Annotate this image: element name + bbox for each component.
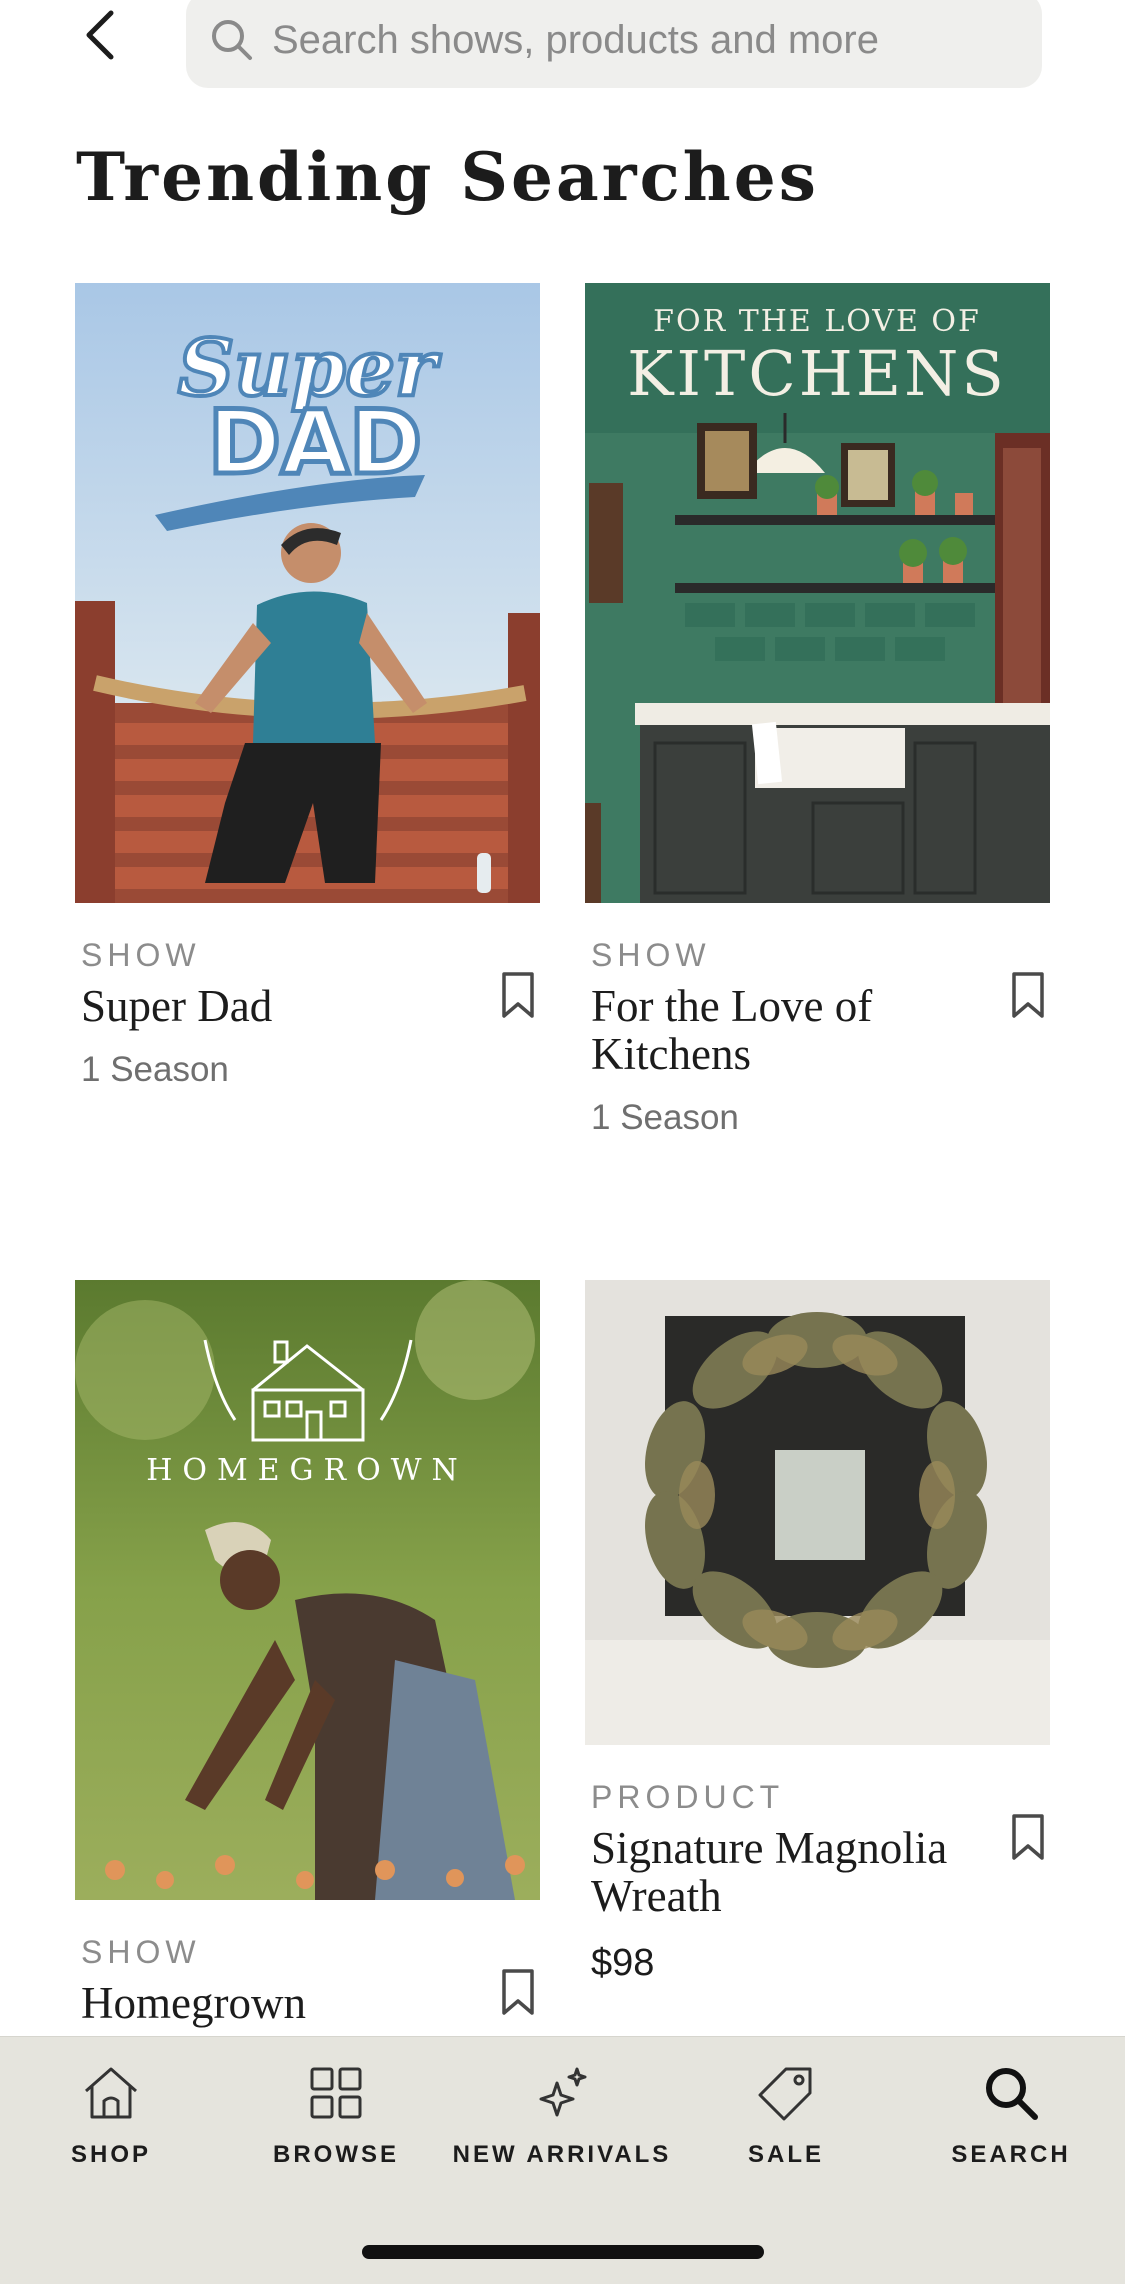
grid-icon [310,2067,362,2119]
nav-label: SEARCH [951,2141,1071,2168]
search-bar[interactable] [186,0,1042,88]
result-season-count: 1 Season [591,1098,739,1137]
result-season-count: 1 Season [81,1050,229,1089]
page-title: Trending Searches [76,138,819,216]
bookmark-button[interactable] [1006,967,1050,1023]
bookmark-icon [1012,972,1044,1018]
result-card-magnolia-wreath[interactable]: PRODUCT Signature Magnolia Wreath $98 [585,1280,1050,1985]
show-poster-super-dad[interactable]: Super DAD [75,283,540,903]
nav-label: SHOP [70,2141,151,2168]
bookmark-icon [502,972,534,1018]
sparkle-icon [539,2067,587,2117]
product-price: $98 [591,1942,655,1984]
result-card-super-dad[interactable]: Super DAD SHOW Super Dad 1 Season [75,283,540,1090]
show-poster-homegrown[interactable]: HOMEGROWN [75,1280,540,1900]
result-card-kitchens[interactable]: FOR THE LOVE OF KITCHENS SHOW For the Lo… [585,283,1050,1138]
result-title[interactable]: For the Love of Kitchens [591,982,971,1078]
home-indicator [362,2245,764,2259]
show-poster-kitchens[interactable]: FOR THE LOVE OF KITCHENS [585,283,1050,903]
search-icon [212,20,252,60]
bookmark-icon [1012,1814,1044,1860]
bookmark-button[interactable] [496,967,540,1023]
poster-logo-line1: FOR THE LOVE OF [653,304,981,339]
result-title[interactable]: Super Dad [81,982,461,1030]
nav-label: NEW ARRIVALS [452,2141,672,2168]
chevron-left-icon [86,10,114,60]
back-button[interactable] [70,0,130,70]
poster-logo: HOMEGROWN [146,1453,468,1488]
result-card-homegrown[interactable]: HOMEGROWN SHOW Homegrown [75,1280,540,2027]
bookmark-icon [502,1969,534,2015]
result-kind-label: SHOW [81,1934,201,1970]
nav-label: BROWSE [273,2141,399,2168]
search-input[interactable] [272,17,1032,63]
nav-sale[interactable]: SALE [676,2063,896,2169]
bookmark-button[interactable] [496,1964,540,2020]
nav-new-arrivals[interactable]: NEW ARRIVALS [452,2063,672,2169]
poster-logo-line2: KITCHENS [627,337,1007,410]
result-kind-label: PRODUCT [591,1779,785,1815]
result-kind-label: SHOW [591,937,711,973]
result-kind-label: SHOW [81,937,201,973]
result-title[interactable]: Homegrown [81,1979,461,2027]
result-title[interactable]: Signature Magnolia Wreath [591,1824,971,1920]
nav-label: SALE [747,2141,824,2168]
nav-search[interactable]: SEARCH [901,2063,1121,2169]
search-icon [986,2068,1038,2120]
product-image-wreath[interactable] [585,1280,1050,1745]
tag-icon [758,2067,812,2121]
nav-shop[interactable]: SHOP [1,2063,221,2169]
home-icon [85,2067,137,2119]
nav-browse[interactable]: BROWSE [226,2063,446,2169]
bookmark-button[interactable] [1006,1809,1050,1865]
